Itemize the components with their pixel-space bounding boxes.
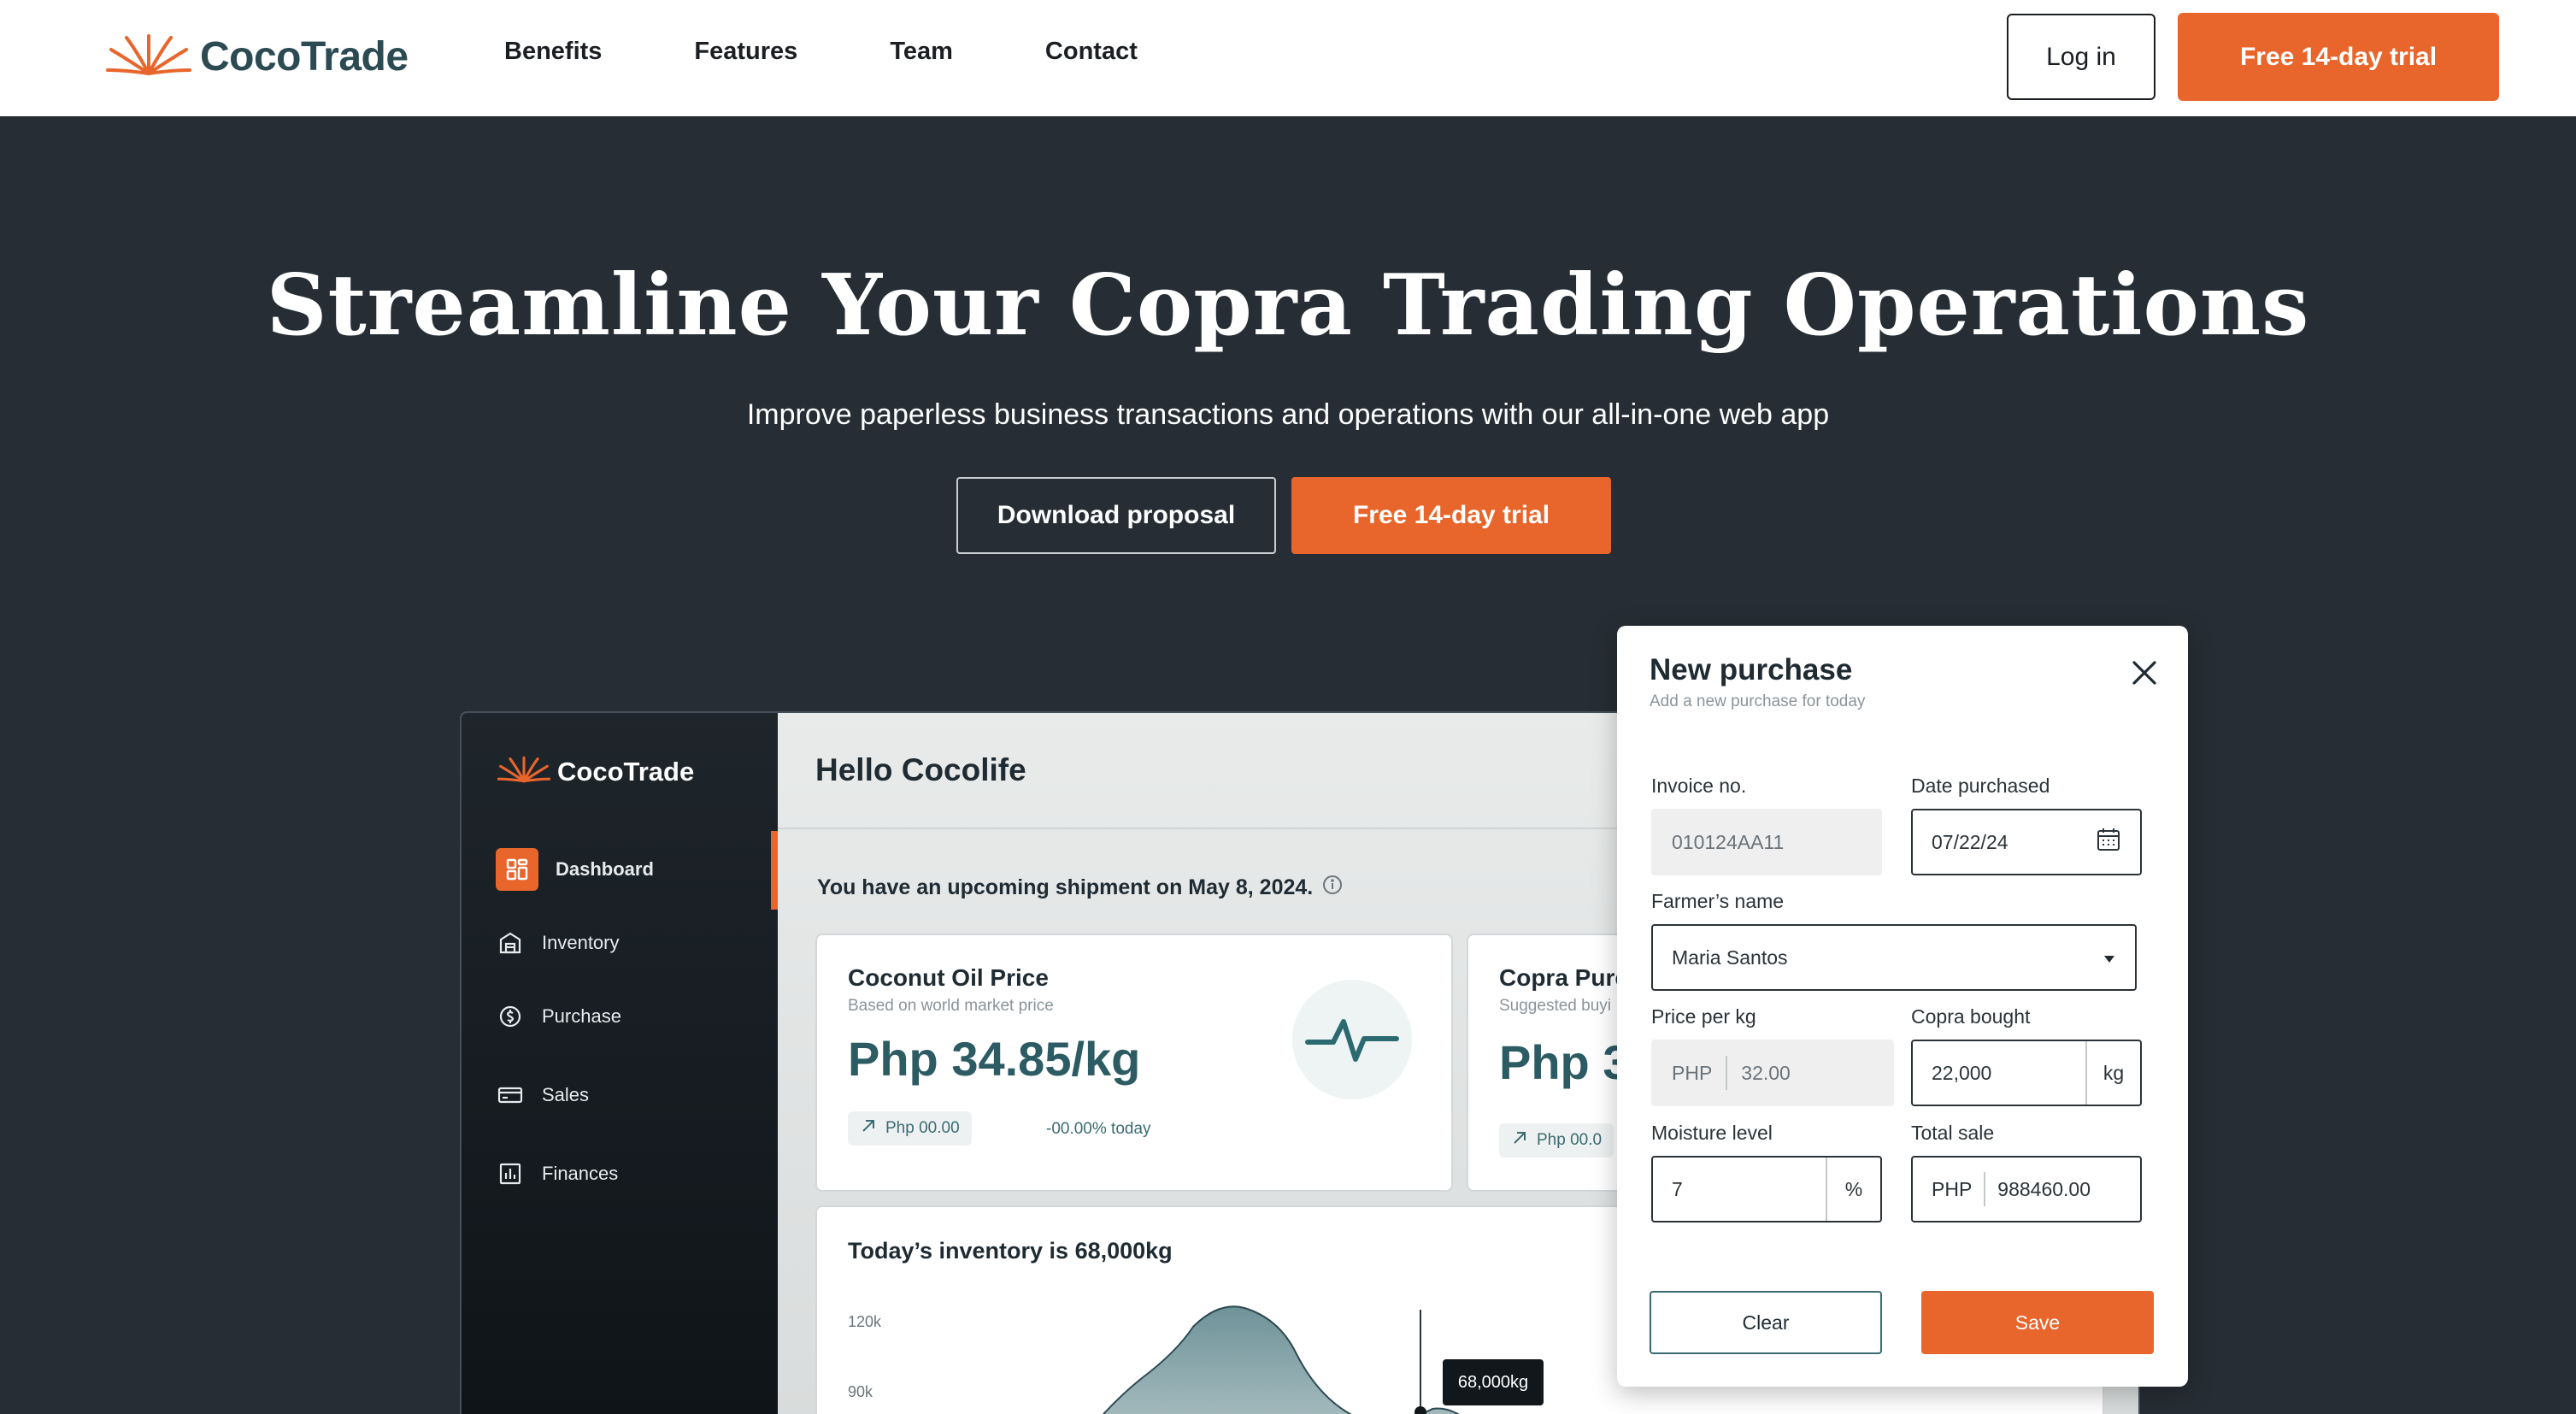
total-prefix: PHP (1932, 1177, 1973, 1200)
save-button[interactable]: Save (1921, 1291, 2154, 1354)
info-icon[interactable] (1321, 874, 1344, 902)
price-field: PHP 32.00 (1651, 1040, 1894, 1106)
free-trial-button-hero[interactable]: Free 14-day trial (1291, 477, 1611, 554)
copra-value: 22,000 (1932, 1061, 1992, 1084)
arrow-up-right-icon (860, 1117, 877, 1140)
price-change-percent: -00.00% today (1046, 1120, 1151, 1138)
oil-price-value: Php 34.85/kg (848, 1032, 1141, 1086)
nav-link-team[interactable]: Team (890, 38, 953, 66)
total-field[interactable]: PHP 988460.00 (1911, 1156, 2142, 1223)
farmer-label: Farmer’s name (1651, 890, 1785, 912)
card-title: Coconut Oil Price (848, 964, 1049, 991)
brand-name: CocoTrade (200, 34, 409, 80)
farmer-select[interactable]: Maria Santos (1651, 924, 2137, 991)
sidebar-item-inventory[interactable]: Inventory (496, 928, 620, 957)
price-label: Price per kg (1651, 1005, 1756, 1028)
date-value: 07/22/24 (1932, 830, 2008, 853)
moisture-field[interactable]: 7 % (1651, 1156, 1882, 1223)
copra-label: Copra bought (1911, 1005, 2031, 1028)
download-proposal-button[interactable]: Download proposal (956, 477, 1276, 554)
field-divider (1726, 1056, 1728, 1090)
price-change-pill: Php 00.00 (848, 1111, 972, 1146)
modal-subtitle: Add a new purchase for today (1650, 692, 1866, 710)
app-brand-name: CocoTrade (557, 756, 695, 787)
shipment-notice-text: You have an upcoming shipment on May 8, … (817, 875, 1314, 899)
invoice-field: 010124AA11 (1651, 809, 1882, 875)
free-trial-button-nav[interactable]: Free 14-day trial (2178, 13, 2499, 101)
coin-icon (496, 1002, 525, 1031)
sidebar-item-label: Purchase (542, 1005, 621, 1027)
farmer-value: Maria Santos (1672, 946, 1788, 969)
close-button[interactable] (2121, 651, 2167, 698)
warehouse-icon (496, 928, 525, 957)
nav-link-contact[interactable]: Contact (1045, 38, 1138, 66)
app-sidebar: CocoTrade Dashboard Inventory Purchase S… (462, 713, 778, 1414)
sidebar-item-label: Finances (542, 1163, 619, 1184)
moisture-value: 7 (1672, 1177, 1683, 1200)
sidebar-item-sales[interactable]: Sales (496, 1081, 589, 1110)
modal-title: New purchase (1650, 653, 1853, 686)
hero-subtitle: Improve paperless business transactions … (746, 398, 1830, 431)
chevron-down-icon (2103, 946, 2116, 969)
shipment-notice: You have an upcoming shipment on May 8, … (817, 874, 1344, 902)
price-value: 32.00 (1741, 1061, 1791, 1084)
sidebar-item-purchase[interactable]: Purchase (496, 1002, 621, 1031)
cursor-point (1414, 1406, 1426, 1414)
cash-icon (496, 1081, 525, 1110)
invoice-label: Invoice no. (1651, 775, 1747, 797)
field-divider (1984, 1172, 1986, 1206)
palm-logo-icon (106, 31, 191, 83)
sidebar-item-label: Dashboard (556, 858, 654, 880)
moisture-unit: % (1826, 1158, 1880, 1221)
clear-button[interactable]: Clear (1650, 1291, 1882, 1354)
pulse-icon (1292, 980, 1412, 1099)
chart-tooltip: 68,000kg (1443, 1359, 1544, 1405)
close-icon (2131, 659, 2158, 691)
greeting: Hello Cocolife (815, 752, 1026, 787)
moisture-label: Moisture level (1651, 1122, 1773, 1144)
total-value: 988460.00 (1997, 1177, 2091, 1200)
brand-logo[interactable]: CocoTrade (106, 31, 409, 83)
price-change-value: Php 00.0 (1537, 1131, 1603, 1149)
copra-unit: kg (2085, 1041, 2140, 1105)
copra-price-value: Php 3 (1499, 1035, 1630, 1089)
nav-link-benefits[interactable]: Benefits (504, 38, 602, 66)
price-change-pill: Php 00.0 (1499, 1123, 1614, 1158)
new-purchase-modal: New purchase Add a new purchase for toda… (1617, 626, 2188, 1387)
nav-links: Benefits Features Team Contact (504, 38, 1138, 66)
dashboard-icon (496, 848, 538, 891)
bar-chart-icon (496, 1159, 525, 1188)
login-button[interactable]: Log in (2007, 14, 2155, 100)
sidebar-item-label: Sales (542, 1084, 590, 1105)
calendar-icon[interactable] (2096, 827, 2121, 857)
coconut-oil-price-card: Coconut Oil Price Based on world market … (815, 934, 1453, 1192)
nav-link-features[interactable]: Features (694, 38, 797, 66)
card-subtitle: Based on world market price (848, 997, 1054, 1015)
sidebar-item-dashboard[interactable]: Dashboard (496, 848, 654, 891)
total-label: Total sale (1911, 1122, 1995, 1144)
palm-logo-icon (497, 754, 551, 789)
card-title: Copra Purc (1499, 964, 1628, 991)
date-field[interactable]: 07/22/24 (1911, 809, 2142, 875)
top-navbar: CocoTrade Benefits Features Team Contact… (0, 0, 2576, 116)
price-change-value: Php 00.00 (885, 1119, 960, 1137)
invoice-value: 010124AA11 (1672, 830, 1785, 853)
sidebar-item-label: Inventory (542, 932, 620, 953)
app-brand-logo: CocoTrade (497, 754, 694, 789)
inventory-area (1102, 1305, 1460, 1414)
hero-title: Streamline Your Copra Trading Operations (266, 256, 2310, 355)
sidebar-item-finances[interactable]: Finances (496, 1159, 618, 1188)
price-prefix: PHP (1672, 1061, 1713, 1084)
copra-field[interactable]: 22,000 kg (1911, 1040, 2142, 1106)
card-subtitle: Suggested buyi (1499, 997, 1611, 1015)
date-label: Date purchased (1911, 775, 2050, 797)
active-indicator (771, 831, 778, 910)
arrow-up-right-icon (1511, 1129, 1528, 1152)
